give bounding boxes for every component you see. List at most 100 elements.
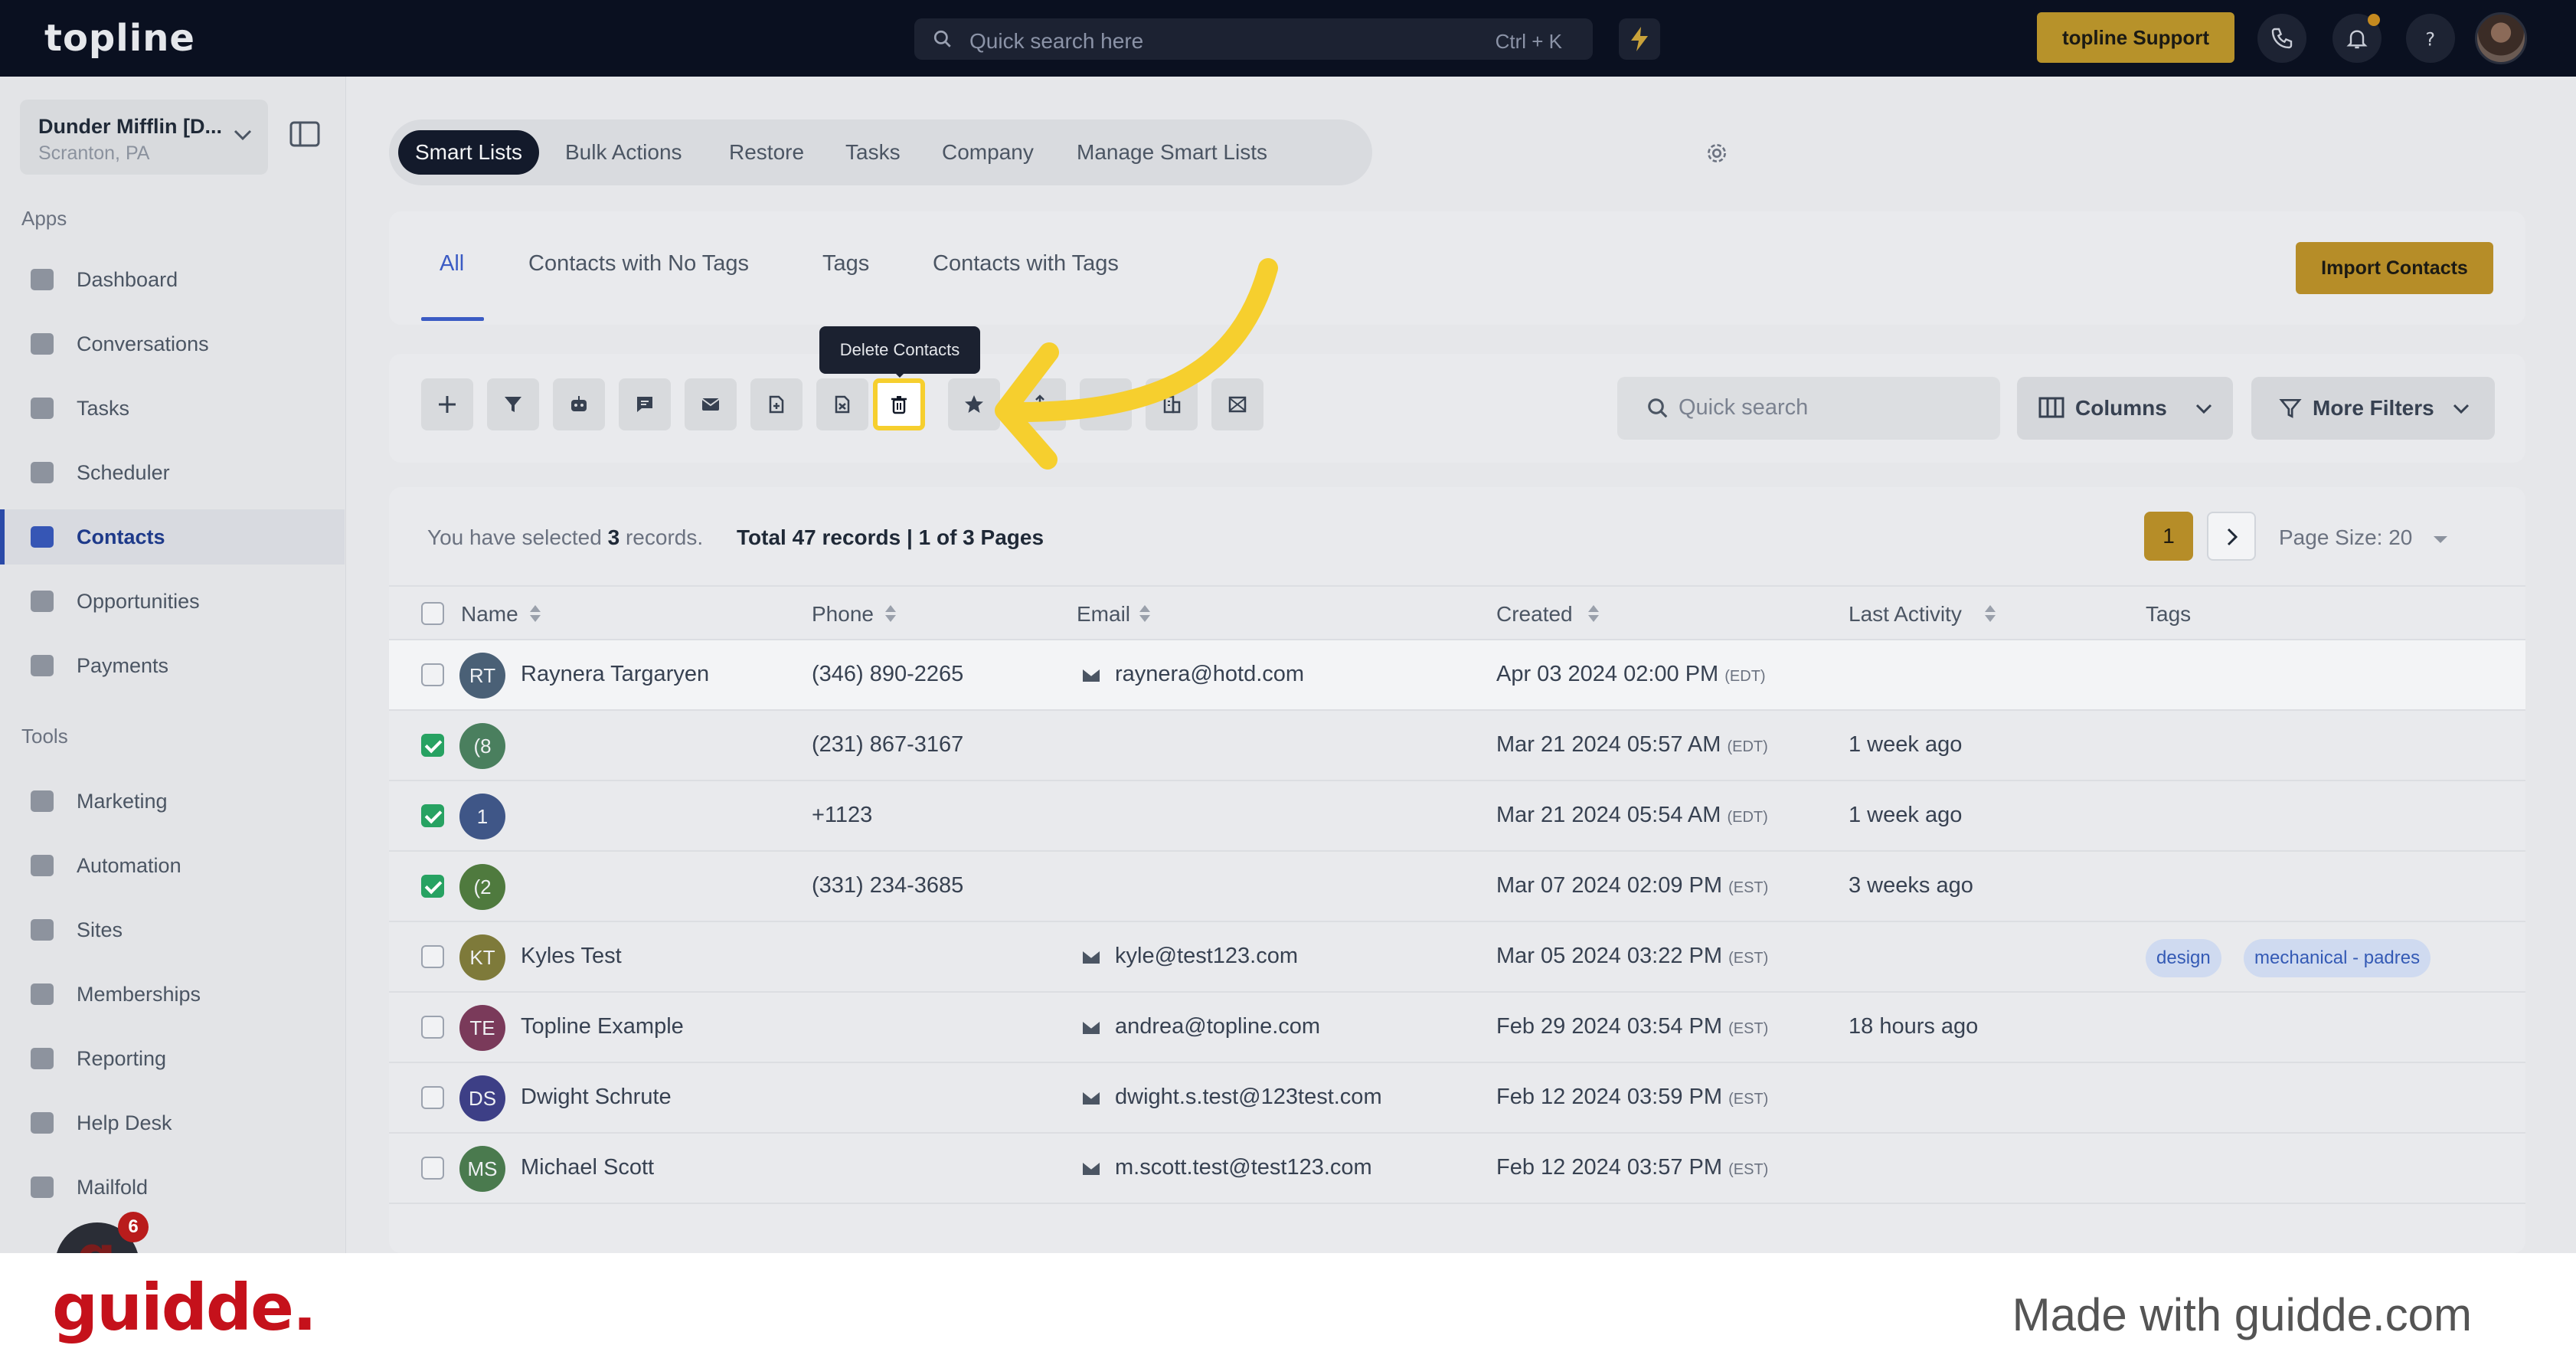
global-search-input[interactable]: Quick search here Ctrl + K [914,18,1593,60]
header-name[interactable]: Name [461,602,518,627]
avatar[interactable]: RT [459,653,505,699]
send-sms-button[interactable] [619,378,671,430]
table-row[interactable]: TE Topline Example andrea@topline.com Feb 2… [389,993,2525,1063]
sidebar-item-scheduler[interactable]: Scheduler [0,445,345,500]
row-checkbox[interactable] [421,945,444,968]
avatar[interactable]: MS [459,1146,505,1192]
tag-chip[interactable]: design [2146,939,2221,977]
import-contacts-button[interactable]: Import Contacts [2296,242,2493,294]
send-email-button[interactable] [685,378,737,430]
sidebar-item-contacts[interactable]: Contacts [0,509,345,565]
avatar[interactable]: (8 [459,723,505,769]
avatar[interactable]: TE [459,1005,505,1051]
sidebar-collapse-icon[interactable] [289,121,320,147]
avatar[interactable]: 1 [459,794,505,839]
dashboard-icon [31,269,54,290]
avatar[interactable]: (2 [459,864,505,910]
contact-name[interactable]: Michael Scott [521,1155,654,1180]
row-checkbox[interactable] [421,875,444,898]
sidebar-item-reporting[interactable]: Reporting [0,1031,345,1086]
remove-tag-button[interactable] [816,378,868,430]
sidebar-item-tasks[interactable]: Tasks [0,381,345,436]
contact-email[interactable]: m.scott.test@test123.com [1115,1155,1372,1180]
header-created[interactable]: Created [1496,602,1573,627]
support-button[interactable]: topline Support [2037,12,2234,63]
contact-email[interactable]: raynera@hotd.com [1115,662,1304,687]
user-avatar[interactable] [2475,12,2527,64]
filter-button[interactable] [487,378,539,430]
table-row[interactable]: KT Kyles Test kyle@test123.com Mar 05 2024 … [389,922,2525,993]
location-switcher[interactable]: Dunder Mifflin [D... Scranton, PA [20,100,268,175]
sidebar-item-help-desk[interactable]: Help Desk [0,1095,345,1150]
contact-created: Feb 12 2024 03:57 PM (EST) [1496,1155,1768,1180]
sidebar-item-memberships[interactable]: Memberships [0,967,345,1022]
sidebar-item-sites[interactable]: Sites [0,902,345,957]
sort-name-icon[interactable] [530,605,541,623]
caret-down-icon[interactable] [2434,536,2447,550]
subtab-no-tags[interactable]: Contacts with No Tags [528,251,749,277]
table-row[interactable]: RT Raynera Targaryen (346) 890-2265 raynera… [389,640,2525,711]
row-checkbox[interactable] [421,734,444,757]
contact-email[interactable]: andrea@topline.com [1115,1014,1320,1039]
row-checkbox[interactable] [421,1086,444,1109]
gear-icon[interactable] [1705,141,1729,165]
automation-button[interactable] [553,378,605,430]
contacts-quick-search-input[interactable]: Quick search [1617,377,2000,440]
tab-manage-smart-lists[interactable]: Manage Smart Lists [1077,130,1267,175]
tab-bulk-actions[interactable]: Bulk Actions [565,130,682,175]
sidebar-item-mailfold[interactable]: Mailfold [0,1160,345,1215]
header-phone[interactable]: Phone [812,602,874,627]
row-checkbox[interactable] [421,804,444,827]
header-email[interactable]: Email [1077,602,1130,627]
quick-actions-button[interactable] [1619,18,1660,60]
columns-button[interactable]: Columns [2017,377,2233,440]
contact-name[interactable]: Topline Example [521,1014,684,1039]
sort-created-icon[interactable] [1588,605,1599,623]
more-filters-button[interactable]: More Filters [2251,377,2495,440]
contact-name[interactable]: Raynera Targaryen [521,662,709,687]
sidebar-item-dashboard[interactable]: Dashboard [0,252,345,307]
app-logo[interactable]: topline [44,17,195,60]
sort-activity-icon[interactable] [1985,605,1996,623]
sidebar-item-automation[interactable]: Automation [0,838,345,893]
page-size-select[interactable]: Page Size: 20 [2279,525,2412,550]
avatar[interactable]: DS [459,1075,505,1121]
add-tag-button[interactable] [750,378,803,430]
select-all-checkbox[interactable] [421,602,444,625]
sort-email-icon[interactable] [1139,605,1150,623]
contact-email[interactable]: dwight.s.test@123test.com [1115,1085,1382,1110]
delete-contacts-button[interactable] [873,378,925,430]
table-row[interactable]: (8 (231) 867-3167 Mar 21 2024 05:57 AM (ED… [389,711,2525,781]
tab-smart-lists[interactable]: Smart Lists [398,130,540,175]
subtab-all[interactable]: All [440,251,464,277]
header-last-activity[interactable]: Last Activity [1849,602,1962,627]
contact-name[interactable]: Kyles Test [521,944,622,969]
table-row[interactable]: 1 +1123 Mar 21 2024 05:54 AM (EDT) 1 week a… [389,781,2525,852]
help-button[interactable]: ? [2406,14,2455,63]
row-checkbox[interactable] [421,663,444,686]
phone-button[interactable] [2257,14,2306,63]
sort-phone-icon[interactable] [885,605,896,623]
table-row[interactable]: DS Dwight Schrute dwight.s.test@123test.co… [389,1063,2525,1134]
page-1-button[interactable]: 1 [2144,512,2193,561]
contact-email[interactable]: kyle@test123.com [1115,944,1298,969]
tab-company[interactable]: Company [942,130,1034,175]
sidebar-item-marketing[interactable]: Marketing [0,774,345,829]
row-checkbox[interactable] [421,1157,444,1180]
row-checkbox[interactable] [421,1016,444,1039]
contact-name[interactable]: Dwight Schrute [521,1085,672,1110]
sidebar-item-payments[interactable]: Payments [0,638,345,693]
table-row[interactable]: (2 (331) 234-3685 Mar 07 2024 02:09 PM (ES… [389,852,2525,922]
sidebar-item-conversations[interactable]: Conversations [0,316,345,371]
guidde-logo[interactable]: guidde. [52,1270,317,1345]
tab-restore[interactable]: Restore [729,130,804,175]
sidebar-item-opportunities[interactable]: Opportunities [0,574,345,629]
tab-tasks[interactable]: Tasks [845,130,901,175]
tag-chip[interactable]: mechanical - padres [2244,939,2431,977]
add-contact-button[interactable] [421,378,473,430]
chevron-down-icon [234,129,252,141]
avatar[interactable]: KT [459,934,505,980]
subtab-tags[interactable]: Tags [822,251,869,277]
next-page-button[interactable] [2207,512,2256,561]
table-row[interactable]: MS Michael Scott m.scott.test@test123.com F… [389,1134,2525,1204]
